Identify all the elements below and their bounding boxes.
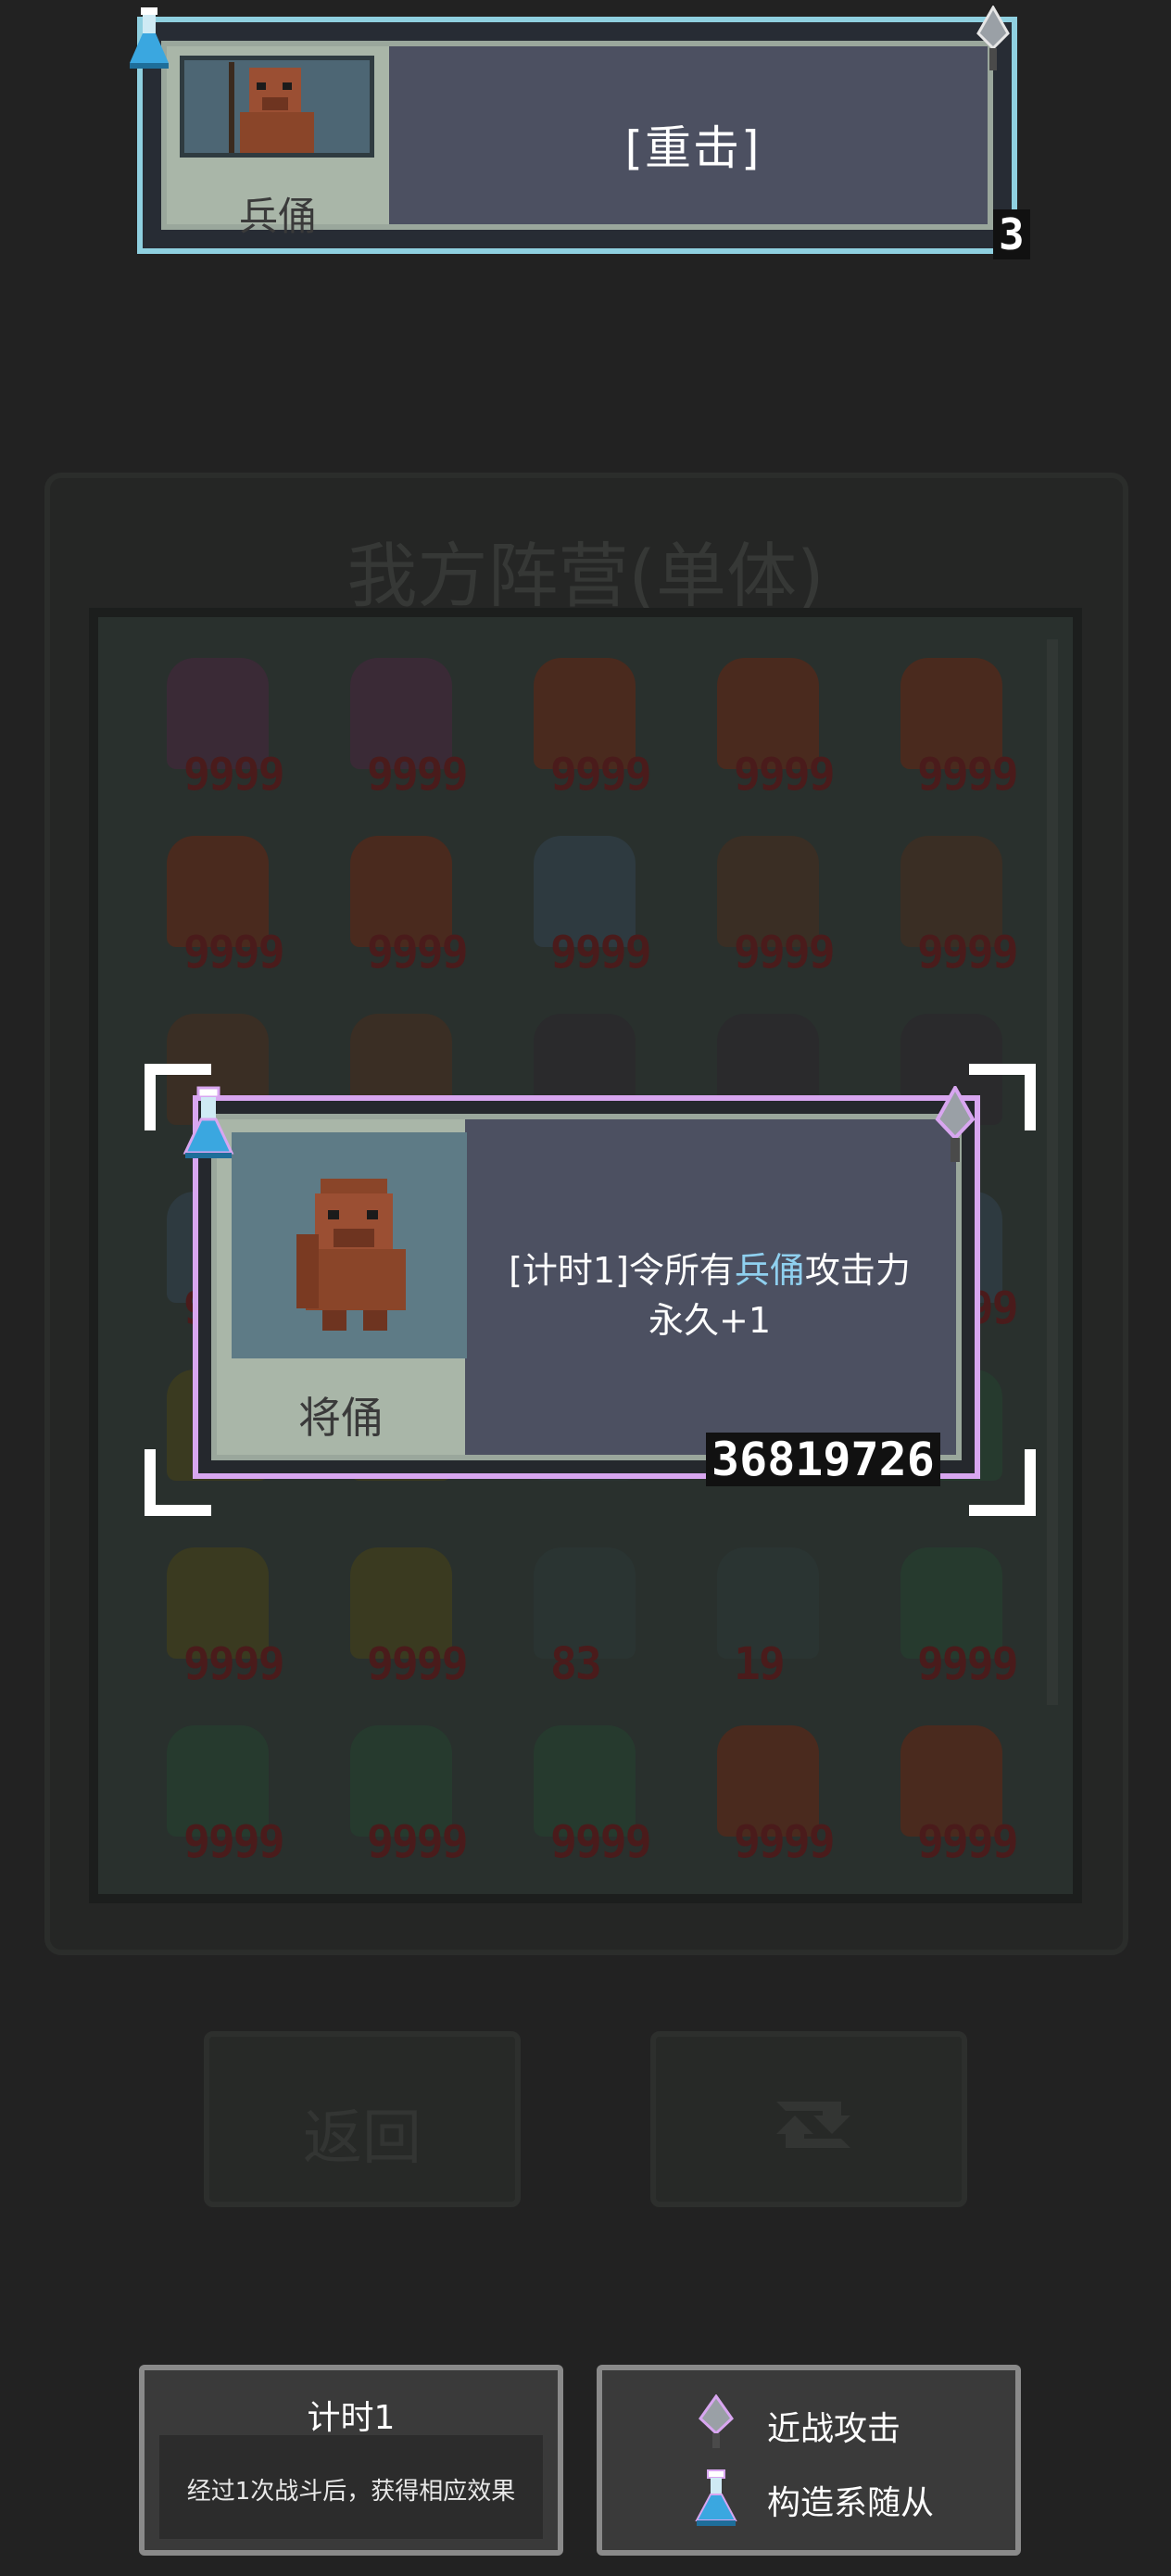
unit-hp: 9999 bbox=[917, 927, 1019, 979]
grid-unit-cell[interactable]: 19 bbox=[680, 1529, 856, 1691]
grid-unit-cell[interactable]: 83 bbox=[497, 1529, 673, 1691]
timer-info-title: 计时1 bbox=[307, 2399, 396, 2437]
general-figure-portrait bbox=[232, 1132, 467, 1358]
soldier-figure-portrait bbox=[180, 56, 374, 158]
top-card-portrait-panel: 兵俑 bbox=[167, 46, 389, 239]
grid-unit-cell[interactable]: 9999 bbox=[130, 639, 306, 802]
top-card-skill-text: [重击] bbox=[624, 121, 762, 175]
description-line-2: 永久+1 bbox=[648, 1300, 772, 1341]
grid-unit-cell[interactable]: 9999 bbox=[680, 639, 856, 802]
unit-hp: 9999 bbox=[183, 1816, 285, 1868]
unit-hp: 9999 bbox=[183, 749, 285, 801]
spear-icon bbox=[973, 4, 1014, 72]
unit-hp: 9999 bbox=[550, 1816, 652, 1868]
top-unit-card[interactable]: 兵俑 [重击] bbox=[137, 17, 1017, 254]
description-text: [计时1]令所有 bbox=[509, 1250, 735, 1291]
grid-unit-cell[interactable]: 9999 bbox=[130, 1529, 306, 1691]
back-button-label: 返回 bbox=[303, 2104, 422, 2173]
grid-unit-cell[interactable]: 9999 bbox=[313, 1529, 489, 1691]
flask-icon bbox=[182, 1086, 235, 1162]
grid-unit-cell[interactable]: 9999 bbox=[863, 817, 1039, 979]
unit-hp: 9999 bbox=[367, 749, 469, 801]
spear-icon bbox=[693, 2393, 739, 2450]
unit-hp: 9999 bbox=[183, 927, 285, 979]
popup-description: [计时1]令所有兵俑攻击力 永久+1 bbox=[476, 1245, 943, 1345]
timer-info-description: 经过1次战斗后，获得相应效果 bbox=[186, 2478, 516, 2506]
flask-icon bbox=[126, 6, 172, 70]
unit-grid-scrollbar[interactable] bbox=[1047, 639, 1058, 1705]
popup-portrait-panel: 将俑 bbox=[217, 1119, 467, 1455]
unit-hp: 9999 bbox=[367, 1816, 469, 1868]
popup-id-number: 36819726 bbox=[706, 1433, 940, 1486]
grid-unit-cell[interactable]: 9999 bbox=[863, 1529, 1039, 1691]
spear-icon bbox=[930, 1083, 980, 1164]
grid-unit-cell[interactable]: 9999 bbox=[130, 817, 306, 979]
top-card-inner: 兵俑 [重击] bbox=[161, 41, 993, 239]
grid-unit-cell[interactable]: 9999 bbox=[313, 639, 489, 802]
unit-hp: 9999 bbox=[550, 749, 652, 801]
unit-hp: 19 bbox=[734, 1638, 786, 1690]
popup-unit-name: 将俑 bbox=[298, 1393, 384, 1443]
popup-inner: 将俑 [计时1]令所有兵俑攻击力 永久+1 bbox=[211, 1114, 962, 1460]
grid-unit-cell[interactable]: 9999 bbox=[497, 817, 673, 979]
unit-hp: 9999 bbox=[550, 927, 652, 979]
refresh-button[interactable] bbox=[650, 2031, 967, 2207]
unit-hp: 9999 bbox=[367, 927, 469, 979]
unit-hp: 9999 bbox=[734, 927, 836, 979]
unit-hp: 9999 bbox=[917, 1816, 1019, 1868]
unit-hp: 83 bbox=[550, 1638, 602, 1690]
legend-box bbox=[597, 2365, 1021, 2556]
unit-hp: 9999 bbox=[367, 1638, 469, 1690]
unit-hp: 9999 bbox=[734, 749, 836, 801]
description-highlight: 兵俑 bbox=[734, 1250, 805, 1291]
unit-hp: 9999 bbox=[734, 1816, 836, 1868]
unit-hp: 9999 bbox=[917, 749, 1019, 801]
unit-hp: 9999 bbox=[917, 1638, 1019, 1690]
grid-unit-cell[interactable]: 9999 bbox=[863, 1707, 1039, 1869]
top-card-unit-name: 兵俑 bbox=[238, 194, 317, 239]
grid-unit-cell[interactable]: 9999 bbox=[313, 1707, 489, 1869]
refresh-icon bbox=[758, 2083, 869, 2166]
legend-label-construct: 构造系随从 bbox=[767, 2484, 935, 2522]
grid-unit-cell[interactable]: 9999 bbox=[497, 1707, 673, 1869]
grid-unit-cell[interactable]: 9999 bbox=[680, 817, 856, 979]
legend-label-melee: 近战攻击 bbox=[767, 2410, 901, 2448]
unit-hp: 9999 bbox=[183, 1638, 285, 1690]
grid-unit-cell[interactable]: 9999 bbox=[130, 1707, 306, 1869]
grid-unit-cell[interactable]: 9999 bbox=[863, 639, 1039, 802]
unit-detail-popup[interactable]: 将俑 [计时1]令所有兵俑攻击力 永久+1 bbox=[193, 1095, 980, 1479]
grid-unit-cell[interactable]: 9999 bbox=[497, 639, 673, 802]
back-button[interactable]: 返回 bbox=[204, 2031, 521, 2207]
top-card-corner-number: 3 bbox=[993, 209, 1030, 259]
grid-unit-cell[interactable]: 9999 bbox=[680, 1707, 856, 1869]
grid-unit-cell[interactable]: 9999 bbox=[313, 817, 489, 979]
formation-panel-title: 我方阵营(单体) bbox=[346, 535, 825, 617]
description-text-tail: 攻击力 bbox=[804, 1250, 911, 1291]
flask-icon bbox=[693, 2469, 739, 2528]
